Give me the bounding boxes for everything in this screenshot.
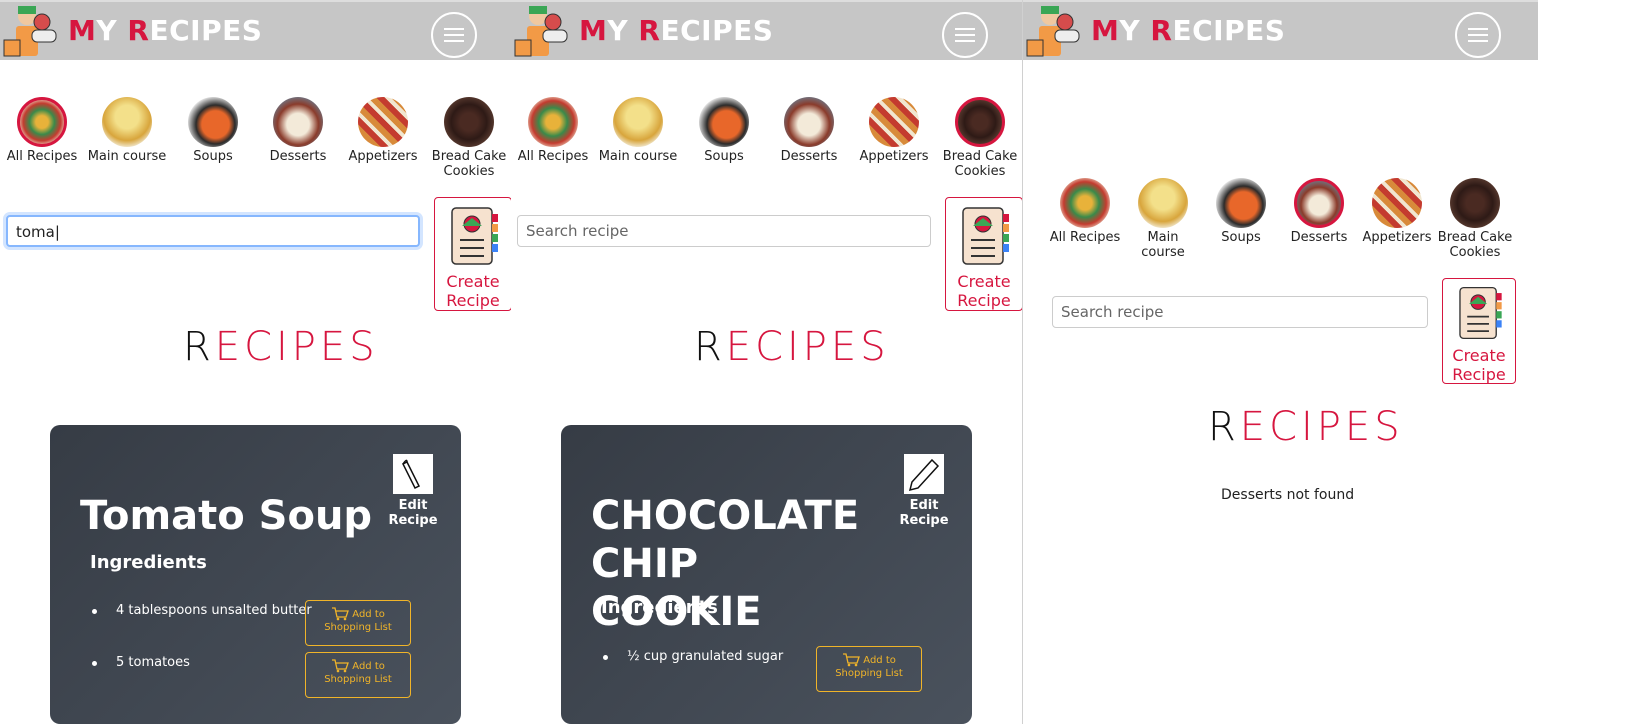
add-to-shopping-list-button[interactable]: Add to Shopping List bbox=[816, 646, 922, 692]
cart-icon bbox=[332, 659, 350, 673]
create-recipe-button[interactable]: Create Recipe bbox=[434, 197, 511, 311]
ingredients-heading: Ingredients bbox=[90, 552, 207, 573]
category-main-course[interactable]: Main course bbox=[593, 97, 683, 164]
pencil-icon bbox=[908, 458, 940, 492]
section-heading: RECIPES bbox=[694, 324, 890, 370]
ingredients-heading: Ingredients bbox=[601, 597, 718, 618]
section-heading: RECIPES bbox=[1208, 404, 1404, 450]
top-navbar: MY RECIPES bbox=[511, 0, 1022, 60]
category-desserts[interactable]: Desserts bbox=[1274, 178, 1364, 245]
appetizers-thumbnail bbox=[358, 97, 408, 147]
category-all-recipes[interactable]: All Recipes bbox=[0, 97, 87, 164]
appetizers-thumbnail bbox=[869, 97, 919, 147]
cart-icon bbox=[332, 607, 350, 621]
search-input[interactable]: toma| bbox=[6, 215, 420, 247]
create-recipe-button[interactable]: Create Recipe bbox=[1442, 278, 1516, 384]
app-logo-text[interactable]: MY RECIPES bbox=[68, 14, 262, 47]
main-course-thumbnail bbox=[102, 97, 152, 147]
recipe-book-icon bbox=[1459, 286, 1502, 340]
all-recipes-thumbnail bbox=[17, 97, 67, 147]
chef-logo-icon bbox=[514, 6, 568, 57]
soups-thumbnail bbox=[699, 97, 749, 147]
pencil-icon bbox=[401, 459, 421, 490]
category-main-course[interactable]: Main course bbox=[1133, 178, 1193, 260]
appetizers-thumbnail bbox=[1372, 178, 1422, 228]
category-appetizers[interactable]: Appetizers bbox=[338, 97, 428, 164]
search-input[interactable]: Search recipe bbox=[517, 215, 931, 247]
category-all-recipes[interactable]: All Recipes bbox=[1040, 178, 1130, 245]
chef-logo-icon bbox=[3, 6, 57, 57]
edit-recipe-button[interactable]: Edit Recipe bbox=[386, 454, 440, 528]
desserts-thumbnail bbox=[1294, 178, 1344, 228]
category-soups[interactable]: Soups bbox=[168, 97, 258, 164]
not-found-message: Desserts not found bbox=[1221, 487, 1355, 503]
bread-cake-cookies-thumbnail bbox=[444, 97, 494, 147]
category-main-course[interactable]: Main course bbox=[82, 97, 172, 164]
add-to-shopping-list-button[interactable]: Add to Shopping List bbox=[305, 652, 411, 698]
category-bread-cake-cookies[interactable]: Bread Cake Cookies bbox=[935, 97, 1022, 179]
panel-search-results: MY RECIPES All Recipes Main course Soups… bbox=[0, 0, 511, 724]
category-bread-cake-cookies[interactable]: Bread Cake Cookies bbox=[424, 97, 511, 179]
top-navbar: MY RECIPES bbox=[0, 0, 511, 60]
bread-cake-cookies-thumbnail bbox=[955, 97, 1005, 147]
recipe-book-icon bbox=[962, 207, 1009, 265]
section-heading: RECIPES bbox=[183, 324, 379, 370]
create-recipe-button[interactable]: Create Recipe bbox=[945, 197, 1022, 311]
soups-thumbnail bbox=[188, 97, 238, 147]
panel-not-found: MY RECIPES All Recipes Main course Soups… bbox=[1023, 0, 1538, 724]
category-soups[interactable]: Soups bbox=[679, 97, 769, 164]
panel-recipe-detail: MY RECIPES All Recipes Main course Soups… bbox=[511, 0, 1022, 724]
category-desserts[interactable]: Desserts bbox=[764, 97, 854, 164]
menu-toggle-button[interactable] bbox=[431, 12, 477, 58]
category-bread-cake-cookies[interactable]: Bread Cake Cookies bbox=[1430, 178, 1520, 260]
main-course-thumbnail bbox=[613, 97, 663, 147]
main-course-thumbnail bbox=[1138, 178, 1188, 228]
soups-thumbnail bbox=[1216, 178, 1266, 228]
add-to-shopping-list-button[interactable]: Add to Shopping List bbox=[305, 600, 411, 646]
category-appetizers[interactable]: Appetizers bbox=[1352, 178, 1442, 245]
app-logo-text[interactable]: MY RECIPES bbox=[1091, 14, 1285, 47]
desserts-thumbnail bbox=[784, 97, 834, 147]
category-appetizers[interactable]: Appetizers bbox=[849, 97, 939, 164]
recipe-card: Edit Recipe CHOCOLATE CHIP COOKIE Ingredie… bbox=[561, 425, 972, 724]
app-logo-text[interactable]: MY RECIPES bbox=[579, 14, 773, 47]
desserts-thumbnail bbox=[273, 97, 323, 147]
all-recipes-thumbnail bbox=[1060, 178, 1110, 228]
chef-logo-icon bbox=[1026, 6, 1080, 57]
category-soups[interactable]: Soups bbox=[1196, 178, 1286, 245]
menu-toggle-button[interactable] bbox=[942, 12, 988, 58]
recipe-card: Edit Recipe Tomato Soup Ingredients 4 tab… bbox=[50, 425, 461, 724]
category-all-recipes[interactable]: All Recipes bbox=[511, 97, 598, 164]
bread-cake-cookies-thumbnail bbox=[1450, 178, 1500, 228]
menu-toggle-button[interactable] bbox=[1455, 12, 1501, 58]
recipe-title: Tomato Soup bbox=[80, 493, 373, 539]
search-input[interactable]: Search recipe bbox=[1052, 296, 1428, 328]
recipe-book-icon bbox=[451, 207, 498, 265]
top-navbar: MY RECIPES bbox=[1023, 0, 1538, 60]
all-recipes-thumbnail bbox=[528, 97, 578, 147]
category-desserts[interactable]: Desserts bbox=[253, 97, 343, 164]
cart-icon bbox=[843, 653, 861, 667]
